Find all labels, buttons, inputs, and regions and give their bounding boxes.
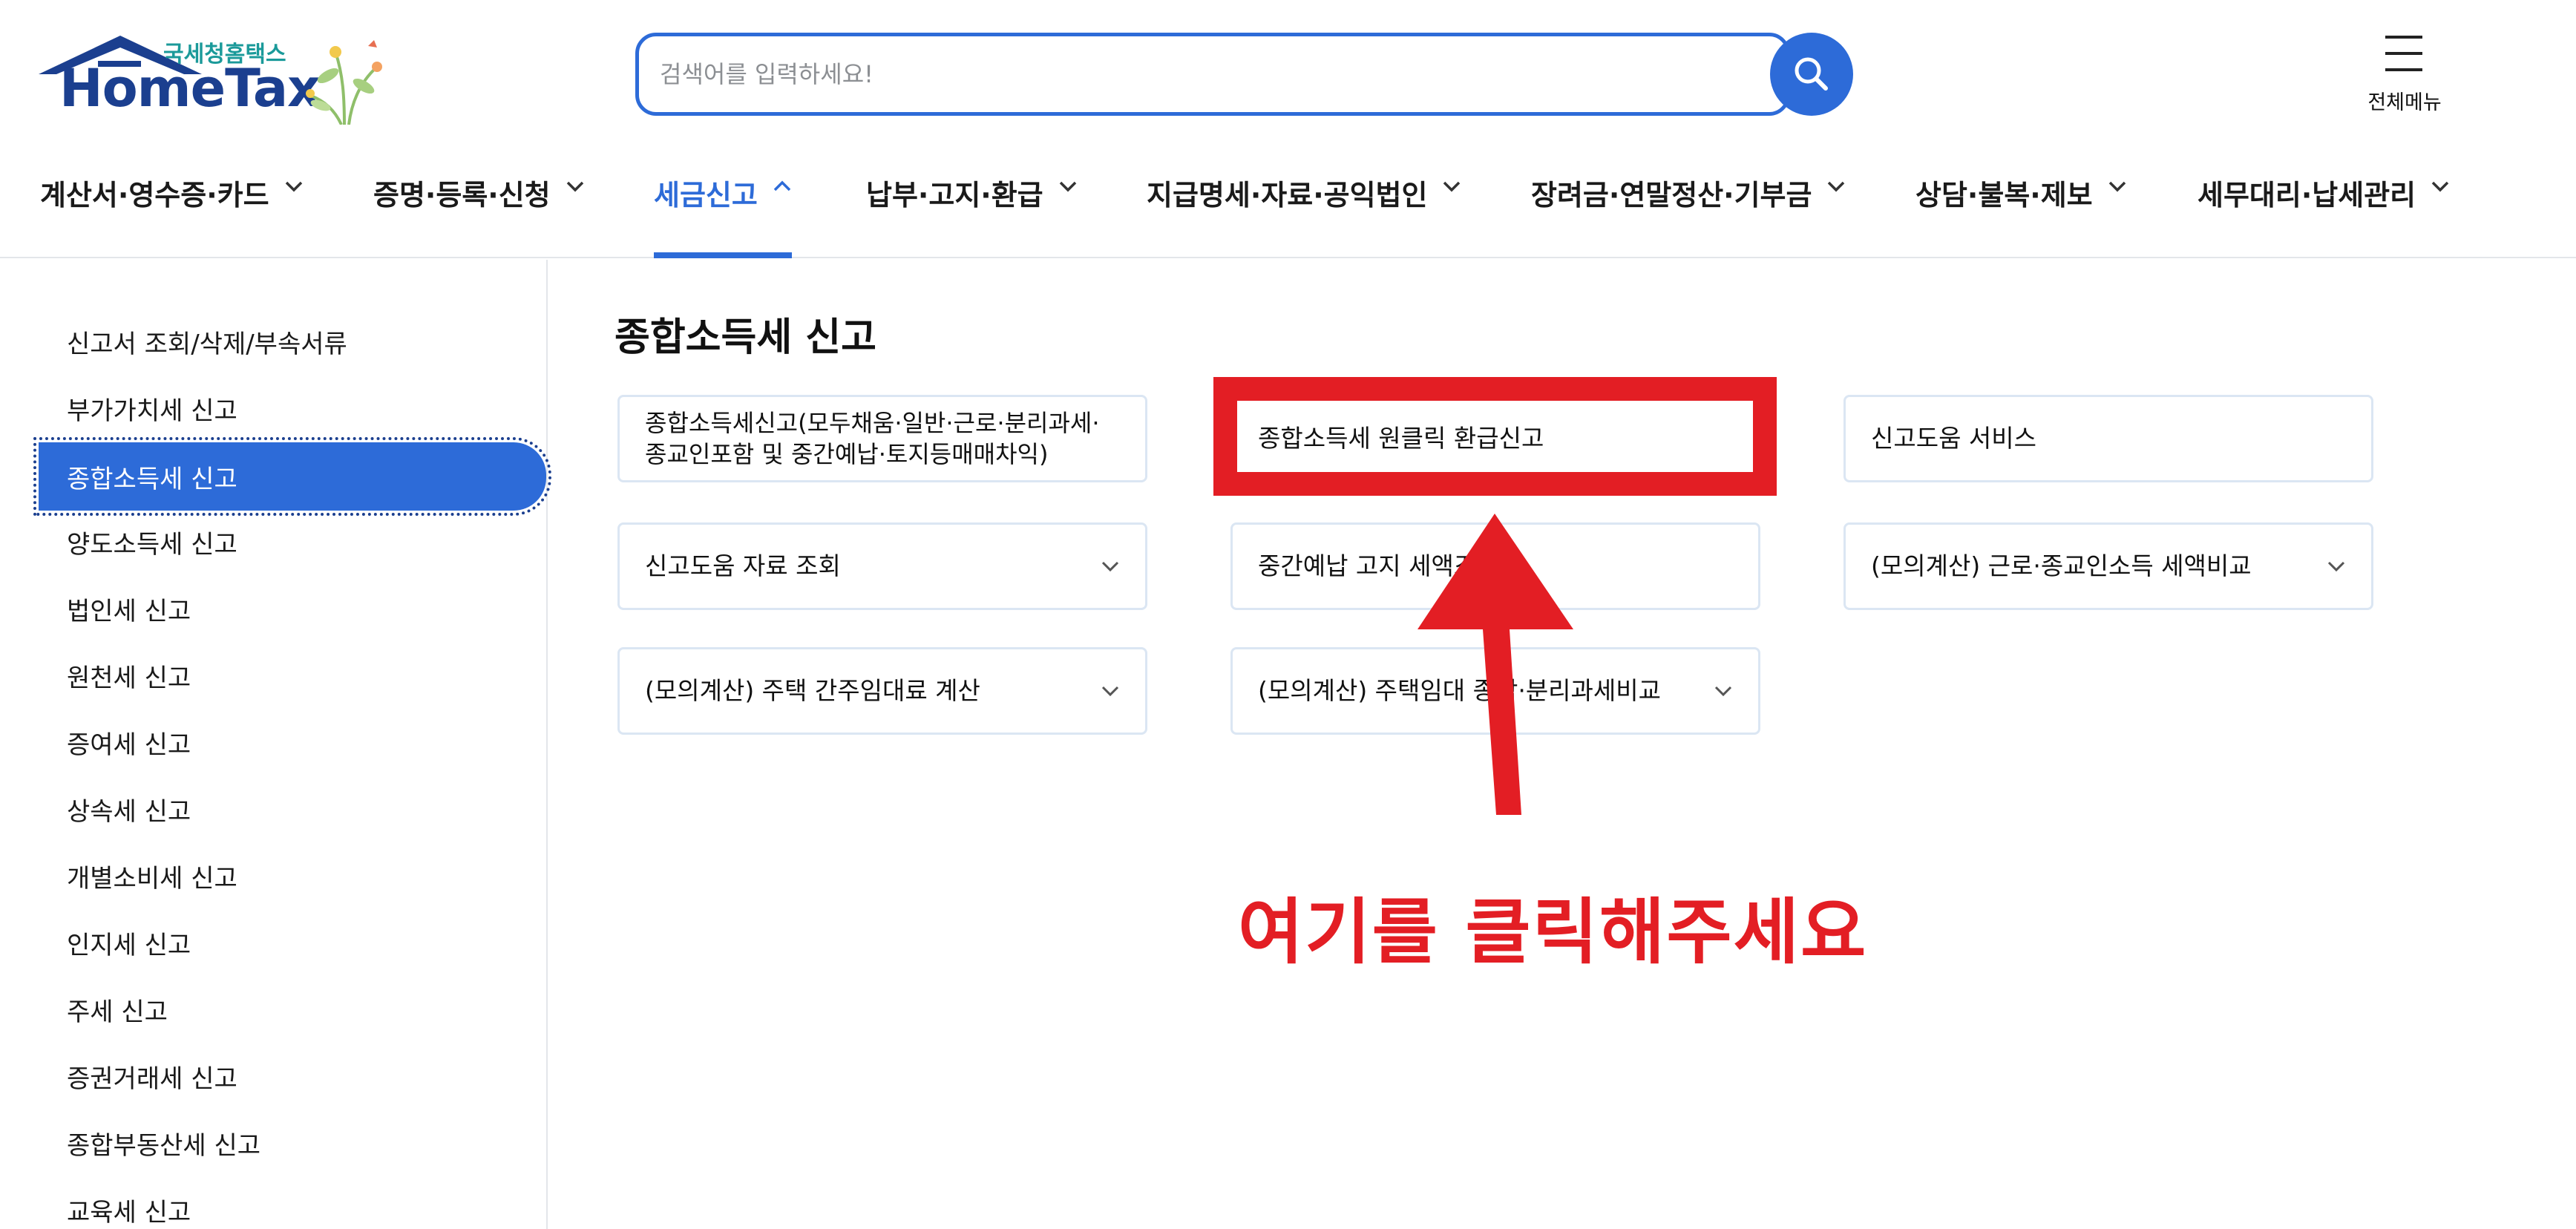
- sidebar-item-label: 주세 신고: [67, 997, 168, 1027]
- card-one-click-refund[interactable]: 종합소득세 원클릭 환급신고: [1230, 395, 1760, 482]
- hometax-logo[interactable]: 국세청홈택스 HomeTax: [39, 33, 402, 125]
- card-label: 종합소득세신고(모두채움·일반·근로·분리과세·종교인포함 및 중간예납·토지등…: [645, 408, 1100, 468]
- sidebar-item-label: 원천세 신고: [67, 663, 191, 693]
- chevron-down-icon: [1101, 686, 1119, 697]
- site-header: 국세청홈택스 HomeTax 전체메뉴: [0, 0, 2576, 258]
- search-input[interactable]: [660, 51, 1625, 97]
- gnb-item-label: 지급명세·자료·공익법인: [1147, 179, 1428, 212]
- card-sim-earned-income-compare[interactable]: (모의계산) 근로·종교인소득 세액비교: [1843, 522, 2373, 610]
- gnb-item-payment[interactable]: 납부·고지·환급: [866, 162, 1078, 258]
- sidebar-item-label: 부가가치세 신고: [67, 396, 237, 426]
- search-box: [635, 33, 1790, 116]
- sidebar-item-report-lookup[interactable]: 신고서 조회/삭제/부속서류: [39, 307, 546, 376]
- chevron-down-icon: [1059, 181, 1076, 192]
- chevron-down-icon: [285, 181, 302, 192]
- gnb-item-consultation[interactable]: 상담·불복·제보: [1915, 162, 2127, 258]
- sidebar-item-label: 법인세 신고: [67, 596, 191, 626]
- sidebar-item-label: 상속세 신고: [67, 796, 191, 827]
- gnb-item-label: 장려금·연말정산·기부금: [1531, 179, 1812, 212]
- sidebar-item-label: 신고서 조회/삭제/부속서류: [67, 329, 347, 359]
- global-nav: 계산서·영수증·카드 증명·등록·신청 세금신고 납부·고지·환급 지급명세·자…: [0, 162, 2576, 258]
- sidebar-item-label: 교육세 신고: [67, 1197, 191, 1228]
- chevron-down-icon: [1101, 561, 1119, 572]
- gnb-item-label: 세금신고: [654, 179, 758, 212]
- sidebar-item-vat[interactable]: 부가가치세 신고: [39, 374, 546, 442]
- chevron-down-icon: [1443, 181, 1461, 192]
- sidebar-item-liquor-tax[interactable]: 주세 신고: [39, 975, 546, 1043]
- all-menu-label: 전체메뉴: [2367, 91, 2442, 114]
- search-icon: [1795, 57, 1828, 91]
- card-label: 신고도움 서비스: [1871, 424, 2037, 453]
- sidebar-item-label: 종합부동산세 신고: [67, 1130, 261, 1161]
- annotation-text: 여기를 클릭해주세요: [1238, 891, 1868, 974]
- gnb-item-label: 계산서·영수증·카드: [40, 179, 269, 212]
- card-label: (모의계산) 주택임대 종합·분리과세비교: [1258, 676, 1661, 706]
- gnb-item-tax-filing[interactable]: 세금신고: [654, 162, 792, 258]
- hamburger-menu-icon: [2385, 36, 2422, 71]
- gnb-item-tax-agent[interactable]: 세무대리·납세관리: [2198, 162, 2450, 258]
- card-label: (모의계산) 근로·종교인소득 세액비교: [1871, 551, 2252, 581]
- gnb-item-label: 세무대리·납세관리: [2198, 179, 2416, 212]
- sidebar-item-label: 증여세 신고: [67, 730, 191, 760]
- sidebar-item-corporate-tax[interactable]: 법인세 신고: [39, 574, 546, 643]
- gnb-item-invoices[interactable]: 계산서·영수증·카드: [40, 162, 304, 258]
- search-button[interactable]: [1770, 33, 1853, 116]
- sidebar-item-label: 종합소득세 신고: [67, 464, 237, 494]
- sidebar-item-label: 개별소비세 신고: [67, 863, 237, 894]
- sidebar: 신고서 조회/삭제/부속서류 부가가치세 신고 종합소득세 신고 양도소득세 신…: [0, 260, 551, 1229]
- chevron-down-icon: [1714, 686, 1732, 697]
- chevron-up-icon: [773, 180, 791, 191]
- sidebar-item-label: 증권거래세 신고: [67, 1064, 237, 1094]
- gnb-item-label: 증명·등록·신청: [373, 179, 551, 212]
- card-interim-prepayment-lookup[interactable]: 중간예납 고지 세액조회: [1230, 522, 1760, 610]
- chevron-down-icon: [1828, 181, 1845, 192]
- page-title: 종합소득세 신고: [614, 315, 876, 360]
- card-income-tax-filing[interactable]: 종합소득세신고(모두채움·일반·근로·분리과세·종교인포함 및 중간예납·토지등…: [617, 395, 1147, 482]
- card-sim-rental-tax-compare[interactable]: (모의계산) 주택임대 종합·분리과세비교: [1230, 647, 1760, 735]
- sidebar-item-stamp-tax[interactable]: 인지세 신고: [39, 908, 546, 977]
- card-filing-help-service[interactable]: 신고도움 서비스: [1843, 395, 2373, 482]
- card-label: (모의계산) 주택 간주임대료 계산: [645, 676, 980, 706]
- active-tab-indicator: [654, 252, 792, 258]
- card-help-data-lookup[interactable]: 신고도움 자료 조회: [617, 522, 1147, 610]
- logo-wordmark: HomeTax: [59, 58, 321, 119]
- gnb-item-certificates[interactable]: 증명·등록·신청: [373, 162, 585, 258]
- chevron-down-icon: [2431, 181, 2449, 192]
- gnb-item-payment-statements[interactable]: 지급명세·자료·공익법인: [1147, 162, 1461, 258]
- chevron-down-icon: [2108, 181, 2126, 192]
- gnb-item-label: 납부·고지·환급: [866, 179, 1043, 212]
- plant-decoration-icon: [306, 40, 382, 125]
- card-sim-deemed-rent[interactable]: (모의계산) 주택 간주임대료 계산: [617, 647, 1147, 735]
- all-menu-button[interactable]: 전체메뉴: [2360, 33, 2449, 122]
- sidebar-item-inheritance-tax[interactable]: 상속세 신고: [39, 775, 546, 843]
- sidebar-item-excise-tax[interactable]: 개별소비세 신고: [39, 842, 546, 910]
- chevron-down-icon: [2327, 561, 2345, 572]
- gnb-item-incentives[interactable]: 장려금·연말정산·기부금: [1531, 162, 1846, 258]
- chevron-down-icon: [566, 181, 583, 192]
- sidebar-item-label: 인지세 신고: [67, 930, 191, 960]
- sidebar-item-gift-tax[interactable]: 증여세 신고: [39, 708, 546, 776]
- card-label: 종합소득세 원클릭 환급신고: [1258, 424, 1544, 453]
- card-label: 중간예납 고지 세액조회: [1258, 551, 1499, 581]
- sidebar-item-securities-tax[interactable]: 증권거래세 신고: [39, 1042, 546, 1110]
- sidebar-item-income-tax[interactable]: 종합소득세 신고: [33, 437, 551, 516]
- card-label: 신고도움 자료 조회: [645, 551, 841, 581]
- sidebar-item-label: 양도소득세 신고: [67, 529, 237, 560]
- sidebar-item-property-tax[interactable]: 종합부동산세 신고: [39, 1109, 546, 1177]
- gnb-item-label: 상담·불복·제보: [1915, 179, 2093, 212]
- sidebar-item-capital-gains[interactable]: 양도소득세 신고: [39, 508, 546, 576]
- sidebar-item-education-tax[interactable]: 교육세 신고: [39, 1176, 546, 1229]
- sidebar-item-withholding[interactable]: 원천세 신고: [39, 641, 546, 709]
